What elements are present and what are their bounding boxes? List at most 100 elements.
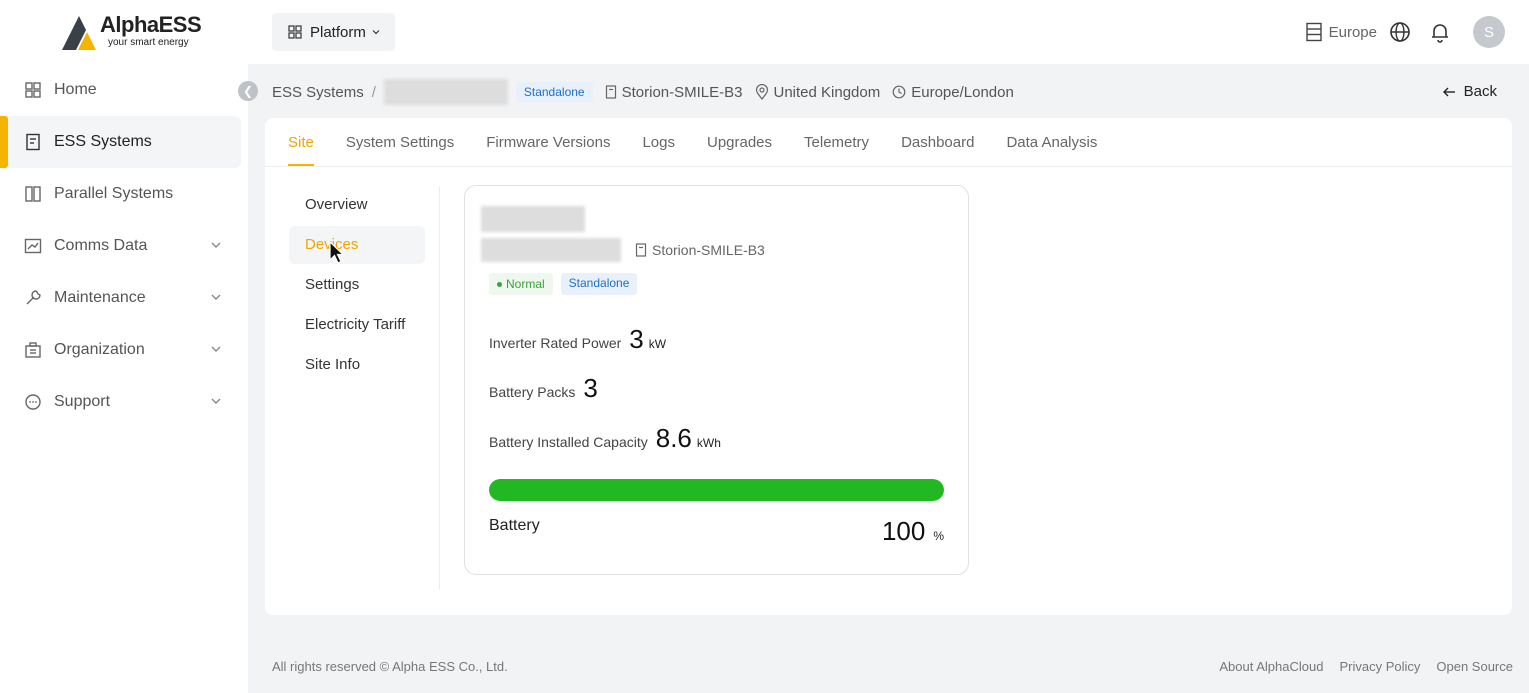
subnav-devices[interactable]: Devices xyxy=(289,226,425,264)
device-model-text: Storion-SMILE-B3 xyxy=(652,242,765,258)
inverter-unit: kW xyxy=(648,337,667,351)
chevron-down-icon[interactable] xyxy=(210,291,222,303)
sidebar-item-parallel-systems[interactable]: Parallel Systems xyxy=(0,168,248,220)
country-info: United Kingdom xyxy=(755,83,881,101)
footer-links: About AlphaCloud Privacy Policy Open Sou… xyxy=(1203,659,1513,674)
sidebar-item-label: Support xyxy=(54,393,111,410)
status-badge: Normal xyxy=(489,273,553,295)
packs-label: Battery Packs xyxy=(489,384,576,400)
footer-copyright: All rights reserved © Alpha ESS Co., Ltd… xyxy=(272,659,508,674)
inverter-power-stat: Inverter Rated Power 3 kW xyxy=(489,324,666,355)
bell-icon[interactable] xyxy=(1429,21,1451,43)
chevron-down-icon[interactable] xyxy=(210,395,222,407)
chart-icon xyxy=(24,238,42,254)
subnav-settings[interactable]: Settings xyxy=(289,266,425,304)
tab-data-analysis[interactable]: Data Analysis xyxy=(1006,118,1097,166)
globe-icon[interactable] xyxy=(1389,21,1411,43)
mouse-cursor-icon xyxy=(329,241,345,264)
breadcrumb-separator: / xyxy=(371,83,376,101)
tab-dashboard[interactable]: Dashboard xyxy=(901,118,974,166)
arrow-left-icon xyxy=(1442,87,1455,96)
avatar[interactable]: S xyxy=(1473,16,1505,48)
support-icon xyxy=(25,394,41,410)
tab-site[interactable]: Site xyxy=(288,118,314,166)
parallel-icon xyxy=(25,186,41,202)
battery-label: Battery xyxy=(489,517,540,534)
tab-firmware-versions[interactable]: Firmware Versions xyxy=(486,118,610,166)
capacity-unit: kWh xyxy=(696,436,721,450)
tab-bar: Site System Settings Firmware Versions L… xyxy=(288,118,1129,166)
sidebar-item-label: Home xyxy=(54,81,97,98)
capacity-value: 8.6 xyxy=(655,423,692,453)
tab-telemetry[interactable]: Telemetry xyxy=(804,118,869,166)
breadcrumb: ESS Systems / Standalone Storion-SMILE-B… xyxy=(272,79,1014,105)
tab-divider xyxy=(265,166,1512,167)
wrench-icon xyxy=(26,290,41,305)
timezone-text: Europe/London xyxy=(911,83,1014,101)
sidebar: AlphaESS your smart energy ❮ Home ESS Sy… xyxy=(0,0,258,693)
sidebar-item-maintenance[interactable]: Maintenance xyxy=(0,272,248,324)
redacted-device-name xyxy=(481,206,585,232)
sidebar-item-comms-data[interactable]: Comms Data xyxy=(0,220,248,272)
subnav-divider xyxy=(439,186,440,590)
logo-text: AlphaESS xyxy=(100,12,202,37)
sidebar-item-label: Parallel Systems xyxy=(54,185,174,202)
device-model: Storion-SMILE-B3 xyxy=(635,242,765,258)
footer-link-about[interactable]: About AlphaCloud xyxy=(1219,659,1323,674)
breadcrumb-ess-systems[interactable]: ESS Systems xyxy=(272,84,364,101)
site-subnav: Overview Devices Settings Electricity Ta… xyxy=(289,186,425,386)
subnav-electricity-tariff[interactable]: Electricity Tariff xyxy=(289,306,425,344)
sidebar-item-organization[interactable]: Organization xyxy=(0,324,248,376)
model-text: Storion-SMILE-B3 xyxy=(621,83,743,101)
mode-tag: Standalone xyxy=(515,82,593,102)
battery-unit: % xyxy=(933,529,944,543)
country-text: United Kingdom xyxy=(773,83,881,101)
mode-badge: Standalone xyxy=(560,273,638,295)
chevron-down-icon[interactable] xyxy=(210,343,222,355)
tab-upgrades[interactable]: Upgrades xyxy=(707,118,772,166)
logo-mark-icon xyxy=(62,16,96,50)
location-pin-icon xyxy=(755,84,768,100)
footer-link-open-source[interactable]: Open Source xyxy=(1436,659,1513,674)
inverter-value: 3 xyxy=(629,324,644,354)
timezone-info: Europe/London xyxy=(892,84,1014,101)
chevron-down-icon[interactable] xyxy=(210,239,222,251)
tab-system-settings[interactable]: System Settings xyxy=(346,118,454,166)
clock-icon xyxy=(892,85,906,99)
sidebar-item-ess-systems[interactable]: ESS Systems xyxy=(0,116,241,168)
device-icon xyxy=(635,243,647,257)
organization-icon xyxy=(25,342,41,358)
back-button[interactable]: Back xyxy=(1442,83,1497,100)
sidebar-item-label: Organization xyxy=(54,341,145,358)
main-card: Site System Settings Firmware Versions L… xyxy=(265,118,1512,615)
top-bar: Platform Europe S xyxy=(248,0,1529,64)
status-text: Normal xyxy=(506,277,545,291)
battery-percentage: 100 % xyxy=(882,516,944,547)
region-label: Europe xyxy=(1328,23,1377,41)
tab-logs[interactable]: Logs xyxy=(642,118,675,166)
footer-link-privacy[interactable]: Privacy Policy xyxy=(1339,659,1420,674)
capacity-stat: Battery Installed Capacity 8.6 kWh xyxy=(489,423,721,454)
subnav-overview[interactable]: Overview xyxy=(289,186,425,224)
home-grid-icon xyxy=(25,82,41,98)
packs-value: 3 xyxy=(583,373,598,403)
server-icon xyxy=(1305,22,1322,42)
device-icon xyxy=(605,85,616,99)
battery-progress-fill xyxy=(489,479,944,501)
platform-dropdown[interactable]: Platform xyxy=(272,13,395,51)
subnav-site-info[interactable]: Site Info xyxy=(289,346,425,384)
sidebar-item-label: Comms Data xyxy=(54,237,148,254)
battery-progress-track xyxy=(489,479,944,501)
sidebar-nav: Home ESS Systems Parallel Systems Comms … xyxy=(0,64,248,428)
capacity-label: Battery Installed Capacity xyxy=(489,434,648,450)
model-info: Storion-SMILE-B3 xyxy=(605,84,743,101)
sidebar-item-support[interactable]: Support xyxy=(0,376,248,428)
inverter-label: Inverter Rated Power xyxy=(489,335,622,351)
redacted-serial-number xyxy=(481,238,621,262)
alphaess-logo[interactable]: AlphaESS your smart energy xyxy=(60,12,202,54)
region-selector[interactable]: Europe xyxy=(1305,22,1377,42)
sidebar-item-home[interactable]: Home xyxy=(0,64,248,116)
chevron-down-icon xyxy=(372,30,380,35)
status-dot-icon xyxy=(497,281,502,287)
redacted-system-name xyxy=(383,79,508,105)
